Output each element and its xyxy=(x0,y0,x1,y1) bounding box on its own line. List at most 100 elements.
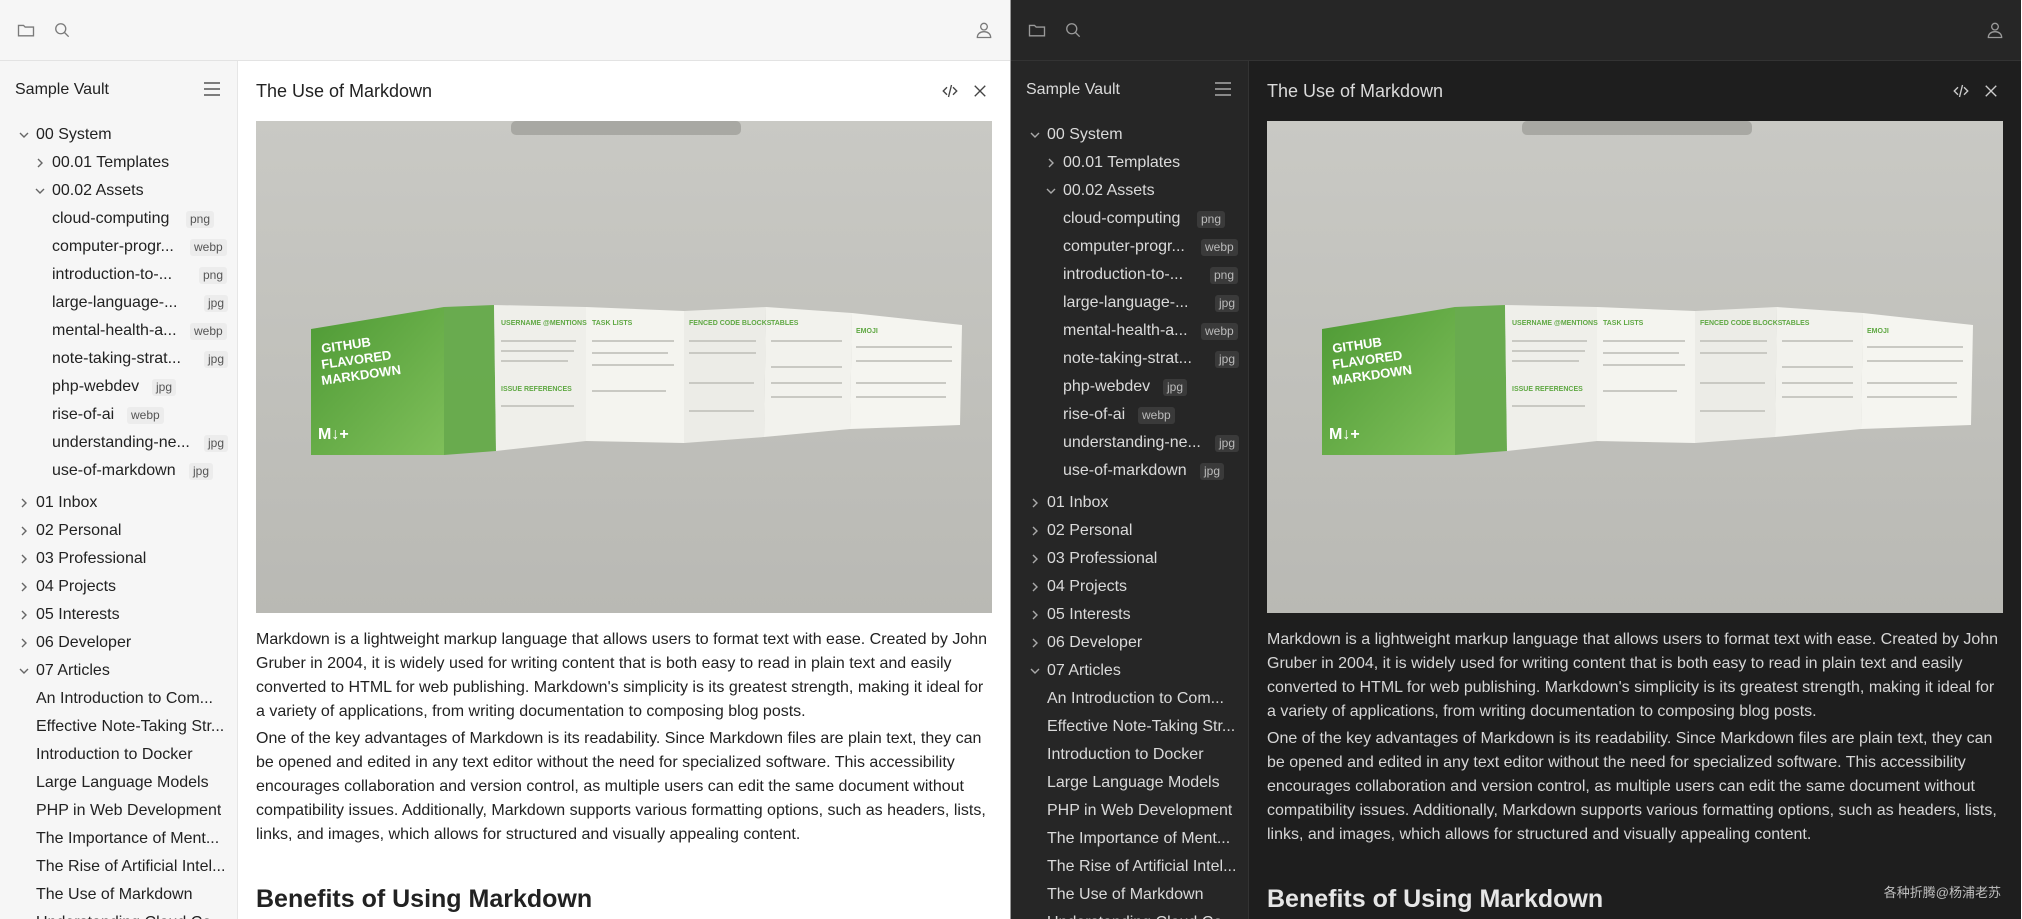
folder-item-05-interests[interactable]: 05 Interests xyxy=(0,601,237,629)
search-icon[interactable] xyxy=(1062,19,1084,41)
chevron-down-icon[interactable] xyxy=(18,129,30,141)
file-label: PHP in Web Development xyxy=(36,802,222,819)
chevron-right-icon[interactable] xyxy=(1029,497,1041,509)
folder-item-03-professional[interactable]: 03 Professional xyxy=(1011,545,1248,573)
asset-file-item[interactable]: introduction-to-... png xyxy=(1011,261,1248,289)
note-item[interactable]: The Use of Markdown xyxy=(1011,881,1248,909)
asset-file-item[interactable]: php-webdev jpg xyxy=(1011,373,1248,401)
chevron-down-icon[interactable] xyxy=(34,185,46,197)
note-item[interactable]: The Rise of Artificial Intel... xyxy=(1011,853,1248,881)
note-item[interactable]: The Importance of Ment... xyxy=(1011,825,1248,853)
folder-item-04-projects[interactable]: 04 Projects xyxy=(1011,573,1248,601)
asset-file-item[interactable]: use-of-markdown jpg xyxy=(0,457,237,485)
folder-item-06-developer[interactable]: 06 Developer xyxy=(1011,629,1248,657)
note-item[interactable]: PHP in Web Development xyxy=(0,797,237,825)
folder-label: 00 System xyxy=(36,126,112,143)
asset-file-item[interactable]: use-of-markdown jpg xyxy=(1011,457,1248,485)
page-title[interactable]: The Use of Markdown xyxy=(256,81,432,102)
chevron-right-icon[interactable] xyxy=(18,497,30,509)
note-item[interactable]: Effective Note-Taking Str... xyxy=(0,713,237,741)
chevron-down-icon[interactable] xyxy=(1045,185,1057,197)
note-item[interactable]: Introduction to Docker xyxy=(1011,741,1248,769)
chevron-right-icon[interactable] xyxy=(18,609,30,621)
asset-file-item[interactable]: understanding-ne... jpg xyxy=(1011,429,1248,457)
chevron-right-icon[interactable] xyxy=(1029,609,1041,621)
note-item[interactable]: The Rise of Artificial Intel... xyxy=(0,853,237,881)
folder-item-07-articles[interactable]: 07 Articles xyxy=(0,657,237,685)
note-item[interactable]: Understanding Cloud Co... xyxy=(0,909,237,919)
folder-item-00-02-assets[interactable]: 00.02 Assets xyxy=(0,177,237,205)
note-item[interactable]: Introduction to Docker xyxy=(0,741,237,769)
folder-item-01-inbox[interactable]: 01 Inbox xyxy=(0,489,237,517)
folder-item-00-system[interactable]: 00 System xyxy=(1011,121,1248,149)
hamburger-icon[interactable] xyxy=(203,81,221,97)
note-item[interactable]: PHP in Web Development xyxy=(1011,797,1248,825)
folder-item-07-articles[interactable]: 07 Articles xyxy=(1011,657,1248,685)
hamburger-icon[interactable] xyxy=(1214,81,1232,97)
asset-file-item[interactable]: rise-of-ai webp xyxy=(1011,401,1248,429)
search-icon[interactable] xyxy=(51,19,73,41)
chevron-down-icon[interactable] xyxy=(1029,665,1041,677)
note-item[interactable]: Effective Note-Taking Str... xyxy=(1011,713,1248,741)
folder-item-02-personal[interactable]: 02 Personal xyxy=(1011,517,1248,545)
folder-item-00-01-templates[interactable]: 00.01 Templates xyxy=(0,149,237,177)
note-item[interactable]: Large Language Models xyxy=(1011,769,1248,797)
asset-file-item[interactable]: computer-progr... webp xyxy=(1011,233,1248,261)
folder-item-00-system[interactable]: 00 System xyxy=(0,121,237,149)
asset-file-item[interactable]: introduction-to-... png xyxy=(0,261,237,289)
close-icon[interactable] xyxy=(1981,81,2001,101)
chevron-right-icon[interactable] xyxy=(1045,157,1057,169)
code-icon[interactable] xyxy=(1951,81,1971,101)
folder-item-01-inbox[interactable]: 01 Inbox xyxy=(1011,489,1248,517)
asset-file-item[interactable]: large-language-... jpg xyxy=(1011,289,1248,317)
asset-file-item[interactable]: mental-health-a... webp xyxy=(0,317,237,345)
file-extension-badge: webp xyxy=(1201,238,1238,256)
chevron-right-icon[interactable] xyxy=(1029,525,1041,537)
folder-icon[interactable] xyxy=(15,19,37,41)
note-item[interactable]: The Importance of Ment... xyxy=(0,825,237,853)
vault-name[interactable]: Sample Vault xyxy=(15,81,109,99)
vault-name[interactable]: Sample Vault xyxy=(1026,81,1120,99)
note-item[interactable]: An Introduction to Com... xyxy=(1011,685,1248,713)
chevron-right-icon[interactable] xyxy=(18,637,30,649)
chevron-right-icon[interactable] xyxy=(1029,581,1041,593)
page-title[interactable]: The Use of Markdown xyxy=(1267,81,1443,102)
chevron-down-icon[interactable] xyxy=(18,665,30,677)
folder-icon[interactable] xyxy=(1026,19,1048,41)
note-item[interactable]: The Use of Markdown xyxy=(0,881,237,909)
folder-item-00-01-templates[interactable]: 00.01 Templates xyxy=(1011,149,1248,177)
chevron-down-icon[interactable] xyxy=(1029,129,1041,141)
asset-file-item[interactable]: understanding-ne... jpg xyxy=(0,429,237,457)
asset-file-item[interactable]: note-taking-strat... jpg xyxy=(1011,345,1248,373)
chevron-right-icon[interactable] xyxy=(18,581,30,593)
folder-label: 00.01 Templates xyxy=(1063,154,1181,171)
asset-file-item[interactable]: mental-health-a... webp xyxy=(1011,317,1248,345)
asset-file-item[interactable]: cloud-computing png xyxy=(1011,205,1248,233)
asset-file-item[interactable]: note-taking-strat... jpg xyxy=(0,345,237,373)
folder-item-00-02-assets[interactable]: 00.02 Assets xyxy=(1011,177,1248,205)
user-icon[interactable] xyxy=(1984,19,2006,41)
chevron-right-icon[interactable] xyxy=(1029,553,1041,565)
code-icon[interactable] xyxy=(940,81,960,101)
note-item[interactable]: An Introduction to Com... xyxy=(0,685,237,713)
section-heading: Benefits of Using Markdown xyxy=(1267,885,1604,913)
folder-item-02-personal[interactable]: 02 Personal xyxy=(0,517,237,545)
user-icon[interactable] xyxy=(973,19,995,41)
asset-file-item[interactable]: php-webdev jpg xyxy=(0,373,237,401)
chevron-right-icon[interactable] xyxy=(18,553,30,565)
close-icon[interactable] xyxy=(970,81,990,101)
folder-item-03-professional[interactable]: 03 Professional xyxy=(0,545,237,573)
chevron-right-icon[interactable] xyxy=(34,157,46,169)
asset-file-item[interactable]: cloud-computing png xyxy=(0,205,237,233)
asset-file-item[interactable]: computer-progr... webp xyxy=(0,233,237,261)
chevron-right-icon[interactable] xyxy=(18,525,30,537)
folder-item-05-interests[interactable]: 05 Interests xyxy=(1011,601,1248,629)
folder-item-06-developer[interactable]: 06 Developer xyxy=(0,629,237,657)
file-label: Introduction to Docker xyxy=(36,746,193,763)
asset-file-item[interactable]: large-language-... jpg xyxy=(0,289,237,317)
chevron-right-icon[interactable] xyxy=(1029,637,1041,649)
asset-file-item[interactable]: rise-of-ai webp xyxy=(0,401,237,429)
note-item[interactable]: Large Language Models xyxy=(0,769,237,797)
folder-item-04-projects[interactable]: 04 Projects xyxy=(0,573,237,601)
note-item[interactable]: Understanding Cloud Co... xyxy=(1011,909,1248,919)
